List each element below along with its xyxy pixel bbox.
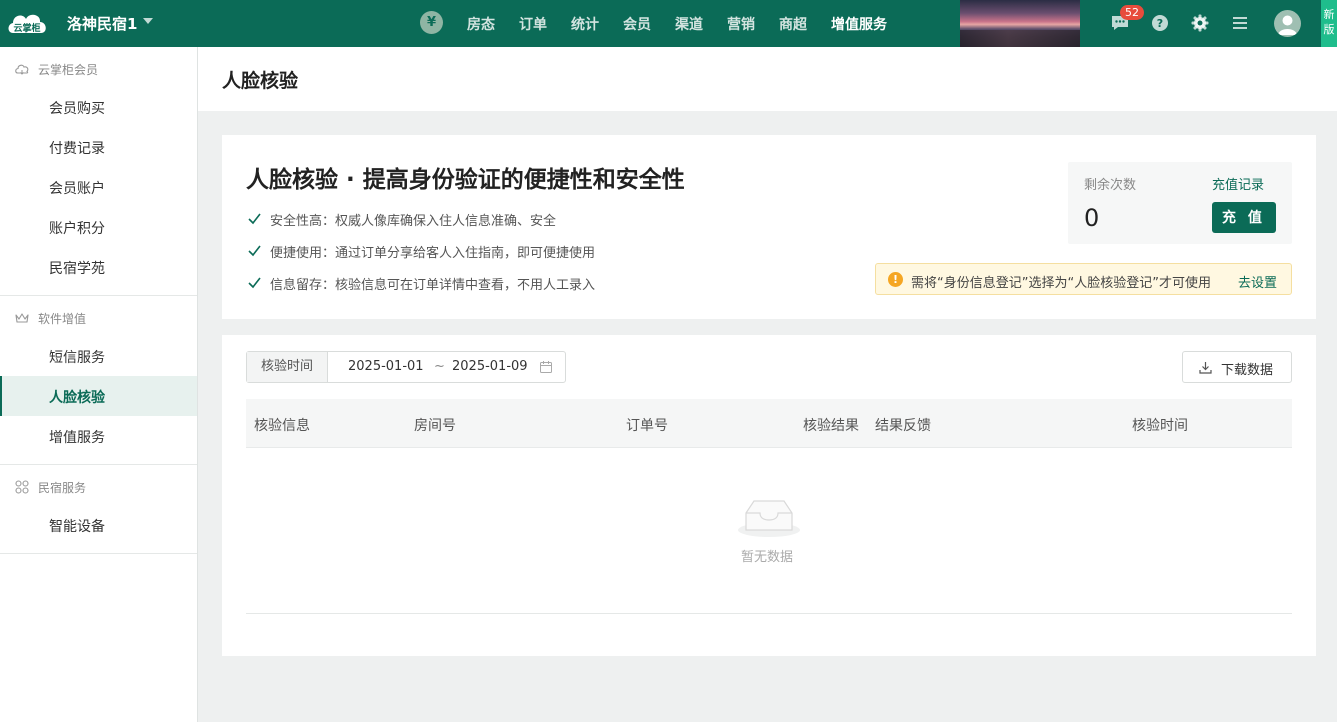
records-card: 核验时间 2025-01-01 ~ 2025-01-09 下载数据 核验信息 房…: [222, 335, 1316, 656]
date-range-filter[interactable]: 核验时间 2025-01-01 ~ 2025-01-09: [246, 351, 566, 383]
feature-text: 便捷使用：通过订单分享给客人入住指南，即可便捷使用: [270, 246, 596, 261]
nav-orders[interactable]: 订单: [519, 14, 547, 34]
date-end-input[interactable]: 2025-01-09: [452, 359, 528, 374]
user-avatar-icon[interactable]: [1274, 10, 1301, 37]
menu-icon[interactable]: [1230, 13, 1250, 33]
setup-notice: ! 需将“身份信息登记”选择为“人脸核验登记”才可使用 去设置: [875, 263, 1292, 295]
check-icon: [248, 245, 261, 257]
sidebar-item-label: 人脸核验: [49, 390, 105, 406]
date-separator: ~: [434, 359, 445, 374]
nav-room-status[interactable]: 房态: [467, 14, 495, 34]
intro-title: 人脸核验 · 提高身份验证的便捷性和安全性: [246, 167, 685, 193]
svg-text:?: ?: [1157, 17, 1163, 30]
settings-icon[interactable]: [1190, 13, 1210, 33]
yunzhanggui-logo[interactable]: 云掌柜: [5, 7, 49, 39]
recharge-records-link[interactable]: 充值记录: [1212, 174, 1264, 193]
chevron-down-icon[interactable]: [143, 18, 153, 24]
download-data-button[interactable]: 下载数据: [1182, 351, 1292, 383]
nav-members[interactable]: 会员: [623, 14, 651, 34]
date-filter-label: 核验时间: [247, 352, 328, 382]
yen-icon[interactable]: ¥: [420, 11, 443, 34]
nav-store[interactable]: 商超: [779, 14, 807, 34]
sidebar-item-payment-records[interactable]: 付费记录: [0, 127, 197, 167]
page-title: 人脸核验: [222, 70, 299, 92]
column-header: 核验信息: [254, 418, 310, 434]
sidebar-item-label: 会员账户: [49, 181, 105, 197]
sidebar-item-label: 付费记录: [49, 141, 105, 157]
sidebar-item-member-account[interactable]: 会员账户: [0, 167, 197, 207]
table-header: 核验信息 房间号 订单号 核验结果 结果反馈 核验时间: [246, 399, 1292, 448]
calendar-icon[interactable]: [539, 360, 553, 374]
sidebar-item-label: 账户积分: [49, 221, 105, 237]
page-header: 人脸核验: [198, 47, 1337, 111]
crown-icon: [14, 310, 30, 326]
cloud-icon: [14, 61, 30, 77]
group-title-homestay-services: 民宿服务: [38, 481, 87, 495]
download-icon: [1199, 362, 1212, 374]
sidebar-divider: [0, 553, 197, 554]
balance-box: 剩余次数 0 充值记录 充 值: [1068, 162, 1292, 244]
intro-card: 人脸核验 · 提高身份验证的便捷性和安全性 安全性高：权威人像库确保入住人信息准…: [222, 135, 1316, 319]
message-count-badge: 52: [1120, 5, 1144, 20]
sidebar-item-value-added-services[interactable]: 增值服务: [0, 416, 197, 456]
new-version-switch[interactable]: 新版: [1321, 0, 1337, 47]
column-header: 订单号: [626, 418, 668, 434]
remaining-count-value: 0: [1084, 204, 1100, 232]
nav-value-added-services[interactable]: 增值服务: [831, 14, 887, 34]
help-icon[interactable]: ?: [1150, 13, 1170, 33]
recharge-button[interactable]: 充 值: [1212, 202, 1276, 233]
column-header: 核验时间: [1132, 418, 1188, 434]
warning-icon: !: [888, 272, 903, 287]
column-header: 核验结果: [803, 418, 859, 434]
sidebar-item-label: 会员购买: [49, 101, 105, 117]
top-navigation-bar: 云掌柜 洛神民宿1 ¥ 房态 订单 统计 会员 渠道 营销 商超 增值服务 52…: [0, 0, 1337, 47]
sidebar: 云掌柜会员 会员购买 付费记录 会员账户 账户积分 民宿学苑 软件增值 短信服务…: [0, 47, 198, 722]
check-icon: [248, 277, 261, 289]
nav-statistics[interactable]: 统计: [571, 14, 599, 34]
grid-icon: [14, 479, 30, 495]
column-header: 结果反馈: [875, 418, 931, 434]
nav-marketing[interactable]: 营销: [727, 14, 755, 34]
check-icon: [248, 213, 261, 225]
table-bottom-border: [246, 613, 1292, 614]
sidebar-item-account-points[interactable]: 账户积分: [0, 207, 197, 247]
sidebar-item-face-verification[interactable]: 人脸核验: [0, 376, 197, 416]
empty-inbox-icon: [738, 500, 800, 537]
date-start-input[interactable]: 2025-01-01: [348, 359, 424, 374]
sidebar-item-smart-devices[interactable]: 智能设备: [0, 505, 197, 545]
feature-text: 安全性高：权威人像库确保入住人信息准确、安全: [270, 214, 557, 229]
sidebar-item-label: 民宿学苑: [49, 261, 105, 277]
empty-state-text: 暂无数据: [741, 550, 794, 565]
sidebar-item-sms-service[interactable]: 短信服务: [0, 336, 197, 376]
sidebar-item-membership-purchase[interactable]: 会员购买: [0, 87, 197, 127]
sidebar-item-academy[interactable]: 民宿学苑: [0, 247, 197, 287]
download-data-label: 下载数据: [1221, 362, 1274, 377]
go-settings-link[interactable]: 去设置: [1238, 272, 1277, 291]
logo-text: 云掌柜: [13, 22, 40, 34]
sidebar-item-label: 增值服务: [49, 430, 105, 446]
notice-text: 需将“身份信息登记”选择为“人脸核验登记”才可使用: [911, 276, 1211, 291]
sidebar-item-label: 短信服务: [49, 350, 105, 366]
nav-channels[interactable]: 渠道: [675, 14, 703, 34]
banner-photo[interactable]: [960, 0, 1080, 47]
sidebar-divider: [0, 295, 197, 296]
group-title-membership: 云掌柜会员: [38, 63, 99, 77]
remaining-count-label: 剩余次数: [1084, 178, 1137, 193]
sidebar-divider: [0, 464, 197, 465]
sidebar-item-label: 智能设备: [49, 519, 105, 535]
group-title-software-addons: 软件增值: [38, 312, 87, 326]
feature-text: 信息留存：核验信息可在订单详情中查看，不用人工录入: [270, 278, 596, 293]
hotel-name[interactable]: 洛神民宿1: [67, 13, 137, 34]
column-header: 房间号: [414, 418, 456, 434]
